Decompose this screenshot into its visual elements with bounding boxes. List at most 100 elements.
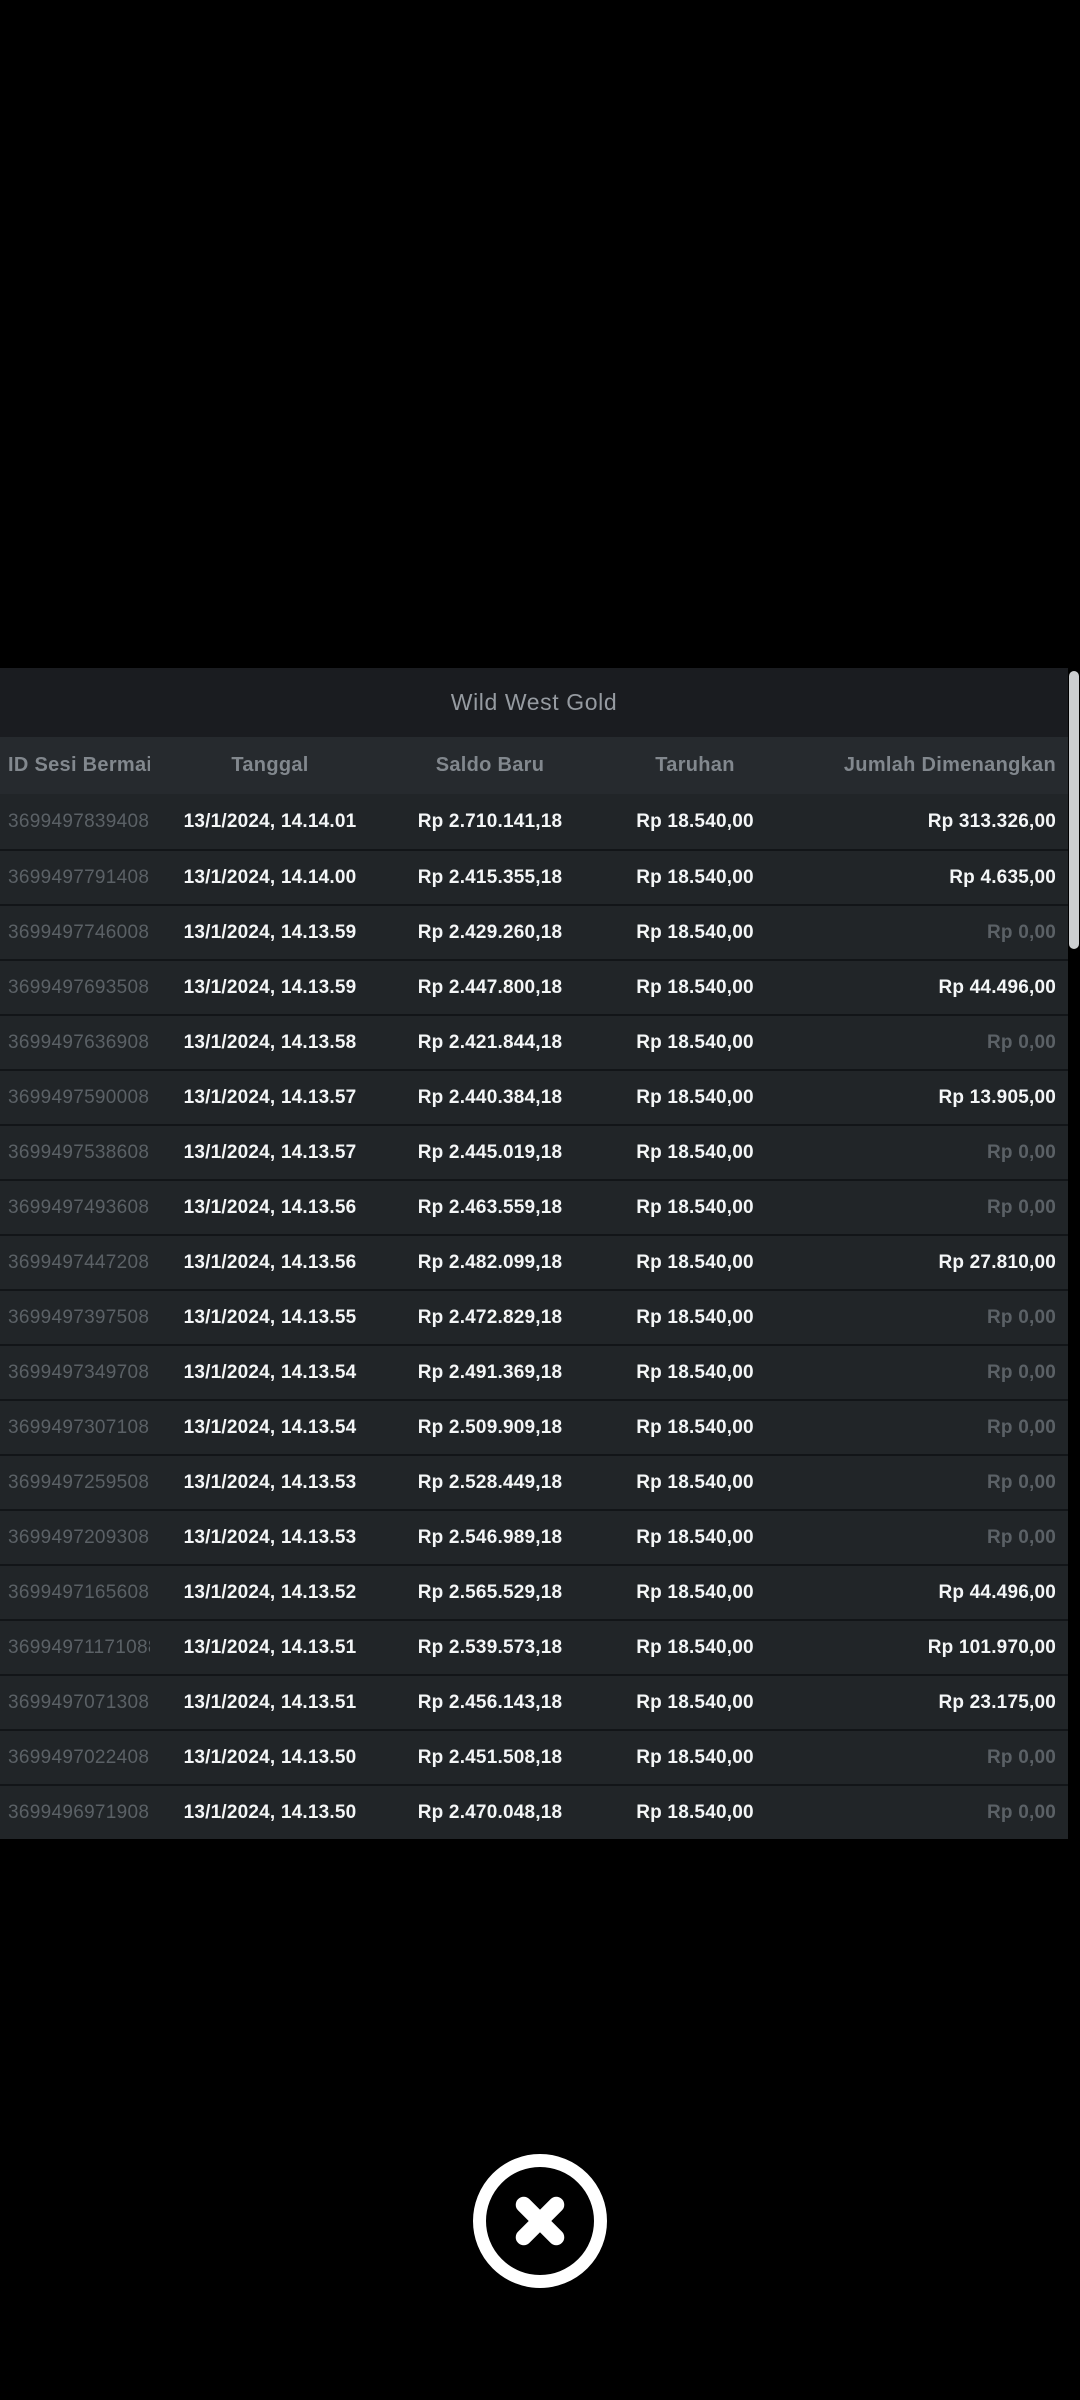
table-row: 36994973071088 13/1/2024, 14.13.54 Rp 2.…: [0, 1399, 1068, 1454]
cell-win: Rp 0,00: [800, 1417, 1068, 1439]
cell-date: 13/1/2024, 14.13.57: [150, 1142, 390, 1164]
cell-date: 13/1/2024, 14.13.50: [150, 1747, 390, 1769]
cell-win: Rp 0,00: [800, 1527, 1068, 1549]
cell-session-id: 36994973497088: [0, 1362, 150, 1384]
scrollbar-track[interactable]: [1068, 668, 1080, 1839]
cell-bet: Rp 18.540,00: [590, 1527, 800, 1549]
cell-session-id: 36994970224088: [0, 1747, 150, 1769]
cell-session-id: 36994971656088: [0, 1582, 150, 1604]
cell-new-balance: Rp 2.528.449,18: [390, 1472, 590, 1494]
cell-bet: Rp 18.540,00: [590, 1142, 800, 1164]
cell-new-balance: Rp 2.509.909,18: [390, 1417, 590, 1439]
cell-session-id: 36994973071088: [0, 1417, 150, 1439]
cell-win: Rp 313.326,00: [800, 811, 1068, 833]
cell-session-id: 36994969719088: [0, 1802, 150, 1824]
cell-date: 13/1/2024, 14.13.51: [150, 1692, 390, 1714]
column-header-date: Tanggal: [150, 754, 390, 777]
table-row: 36994972093088 13/1/2024, 14.13.53 Rp 2.…: [0, 1509, 1068, 1564]
table-row: 36994971171088 13/1/2024, 14.13.51 Rp 2.…: [0, 1619, 1068, 1674]
table-row: 36994974936088 13/1/2024, 14.13.56 Rp 2.…: [0, 1179, 1068, 1234]
cell-date: 13/1/2024, 14.13.56: [150, 1197, 390, 1219]
cell-new-balance: Rp 2.470.048,18: [390, 1802, 590, 1824]
cell-session-id: 36994976369088: [0, 1032, 150, 1054]
cell-win: Rp 0,00: [800, 922, 1068, 944]
cell-win: Rp 27.810,00: [800, 1252, 1068, 1274]
cell-new-balance: Rp 2.440.384,18: [390, 1087, 590, 1109]
table-row: 36994978394088 13/1/2024, 14.14.01 Rp 2.…: [0, 794, 1068, 849]
cell-date: 13/1/2024, 14.13.57: [150, 1087, 390, 1109]
cell-bet: Rp 18.540,00: [590, 1747, 800, 1769]
cell-new-balance: Rp 2.546.989,18: [390, 1527, 590, 1549]
cell-new-balance: Rp 2.429.260,18: [390, 922, 590, 944]
close-button[interactable]: [473, 2154, 607, 2288]
cell-date: 13/1/2024, 14.14.00: [150, 867, 390, 889]
cell-win: Rp 0,00: [800, 1362, 1068, 1384]
cell-new-balance: Rp 2.539.573,18: [390, 1637, 590, 1659]
cell-win: Rp 0,00: [800, 1197, 1068, 1219]
cell-date: 13/1/2024, 14.13.59: [150, 977, 390, 999]
cell-session-id: 36994975386088: [0, 1142, 150, 1164]
table-row: 36994977460088 13/1/2024, 14.13.59 Rp 2.…: [0, 904, 1068, 959]
cell-date: 13/1/2024, 14.13.51: [150, 1637, 390, 1659]
table-row: 36994970224088 13/1/2024, 14.13.50 Rp 2.…: [0, 1729, 1068, 1784]
cell-win: Rp 44.496,00: [800, 977, 1068, 999]
cell-session-id: 36994977460088: [0, 922, 150, 944]
cell-session-id: 36994972093088: [0, 1527, 150, 1549]
table-row: 36994970713088 13/1/2024, 14.13.51 Rp 2.…: [0, 1674, 1068, 1729]
fullscreen-overlay: Wild West Gold ID Sesi Bermain # Tanggal…: [0, 0, 1080, 2400]
cell-win: Rp 0,00: [800, 1307, 1068, 1329]
table-row: 36994975386088 13/1/2024, 14.13.57 Rp 2.…: [0, 1124, 1068, 1179]
cell-win: Rp 4.635,00: [800, 867, 1068, 889]
table-row: 36994969719088 13/1/2024, 14.13.50 Rp 2.…: [0, 1784, 1068, 1839]
cell-date: 13/1/2024, 14.13.55: [150, 1307, 390, 1329]
cell-new-balance: Rp 2.491.369,18: [390, 1362, 590, 1384]
cell-bet: Rp 18.540,00: [590, 1362, 800, 1384]
cell-session-id: 36994972595088: [0, 1472, 150, 1494]
cell-date: 13/1/2024, 14.13.54: [150, 1362, 390, 1384]
table-body[interactable]: 36994978394088 13/1/2024, 14.14.01 Rp 2.…: [0, 794, 1068, 1839]
cell-date: 13/1/2024, 14.13.56: [150, 1252, 390, 1274]
cell-new-balance: Rp 2.472.829,18: [390, 1307, 590, 1329]
scrollbar-thumb[interactable]: [1069, 671, 1079, 949]
cell-session-id: 36994975900088: [0, 1087, 150, 1109]
cell-new-balance: Rp 2.421.844,18: [390, 1032, 590, 1054]
table-row: 36994975900088 13/1/2024, 14.13.57 Rp 2.…: [0, 1069, 1068, 1124]
cell-date: 13/1/2024, 14.13.53: [150, 1527, 390, 1549]
cell-win: Rp 0,00: [800, 1747, 1068, 1769]
cell-new-balance: Rp 2.463.559,18: [390, 1197, 590, 1219]
table-row: 36994973497088 13/1/2024, 14.13.54 Rp 2.…: [0, 1344, 1068, 1399]
cell-date: 13/1/2024, 14.13.59: [150, 922, 390, 944]
cell-new-balance: Rp 2.710.141,18: [390, 811, 590, 833]
table-row: 36994977914088 13/1/2024, 14.14.00 Rp 2.…: [0, 849, 1068, 904]
cell-new-balance: Rp 2.456.143,18: [390, 1692, 590, 1714]
cell-win: Rp 101.970,00: [800, 1637, 1068, 1659]
game-history-dialog: Wild West Gold ID Sesi Bermain # Tanggal…: [0, 668, 1080, 1839]
cell-win: Rp 0,00: [800, 1032, 1068, 1054]
cell-bet: Rp 18.540,00: [590, 1582, 800, 1604]
cell-new-balance: Rp 2.447.800,18: [390, 977, 590, 999]
cell-date: 13/1/2024, 14.13.54: [150, 1417, 390, 1439]
cell-bet: Rp 18.540,00: [590, 1472, 800, 1494]
cell-win: Rp 23.175,00: [800, 1692, 1068, 1714]
cell-new-balance: Rp 2.445.019,18: [390, 1142, 590, 1164]
cell-date: 13/1/2024, 14.13.58: [150, 1032, 390, 1054]
cell-bet: Rp 18.540,00: [590, 1307, 800, 1329]
cell-bet: Rp 18.540,00: [590, 867, 800, 889]
cell-bet: Rp 18.540,00: [590, 1637, 800, 1659]
cell-session-id: 36994974936088: [0, 1197, 150, 1219]
cell-win: Rp 0,00: [800, 1142, 1068, 1164]
column-header-bet: Taruhan: [590, 754, 800, 777]
cell-bet: Rp 18.540,00: [590, 1032, 800, 1054]
table-header-row: ID Sesi Bermain # Tanggal Saldo Baru Tar…: [0, 737, 1068, 794]
cell-session-id: 36994974472088: [0, 1252, 150, 1274]
cell-new-balance: Rp 2.451.508,18: [390, 1747, 590, 1769]
cell-win: Rp 44.496,00: [800, 1582, 1068, 1604]
cell-bet: Rp 18.540,00: [590, 1087, 800, 1109]
cell-session-id: 36994976935088: [0, 977, 150, 999]
cell-bet: Rp 18.540,00: [590, 1417, 800, 1439]
cell-new-balance: Rp 2.565.529,18: [390, 1582, 590, 1604]
table-row: 36994974472088 13/1/2024, 14.13.56 Rp 2.…: [0, 1234, 1068, 1289]
cell-session-id: 36994977914088: [0, 867, 150, 889]
cell-bet: Rp 18.540,00: [590, 1692, 800, 1714]
cell-date: 13/1/2024, 14.13.53: [150, 1472, 390, 1494]
